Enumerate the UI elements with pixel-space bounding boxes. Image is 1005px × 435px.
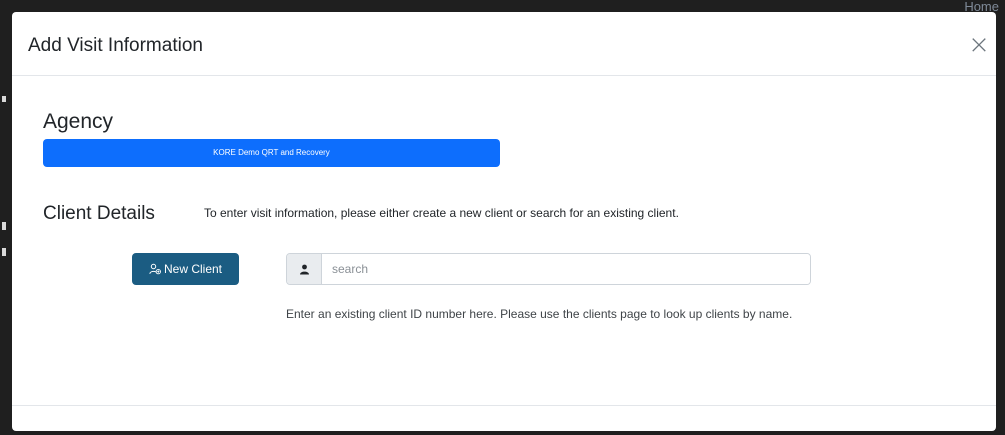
user-plus-icon [149, 263, 161, 275]
add-visit-modal: Add Visit Information × Agency KORE Demo… [12, 12, 996, 431]
search-help-text: Enter an existing client ID number here.… [286, 307, 793, 321]
new-client-button[interactable]: New Client [132, 253, 239, 285]
client-search-input[interactable] [322, 254, 810, 284]
agency-heading: Agency [43, 110, 114, 133]
close-button[interactable]: × [966, 32, 992, 58]
background-edge-mark [2, 248, 6, 256]
background-edge-mark [2, 96, 6, 102]
agency-name-bar: KORE Demo QRT and Recovery [43, 139, 500, 167]
client-details-heading: Client Details [43, 203, 155, 224]
new-client-label: New Client [163, 262, 223, 276]
modal-header: Add Visit Information × [12, 12, 996, 76]
modal-title: Add Visit Information [28, 35, 203, 56]
background-edge-mark [2, 222, 6, 230]
background-home-link: Home [964, 0, 999, 12]
client-instructions: To enter visit information, please eithe… [204, 206, 679, 220]
client-search-group [286, 253, 811, 285]
modal-footer-divider [12, 405, 996, 406]
person-icon [287, 254, 322, 284]
close-icon: × [968, 30, 990, 60]
